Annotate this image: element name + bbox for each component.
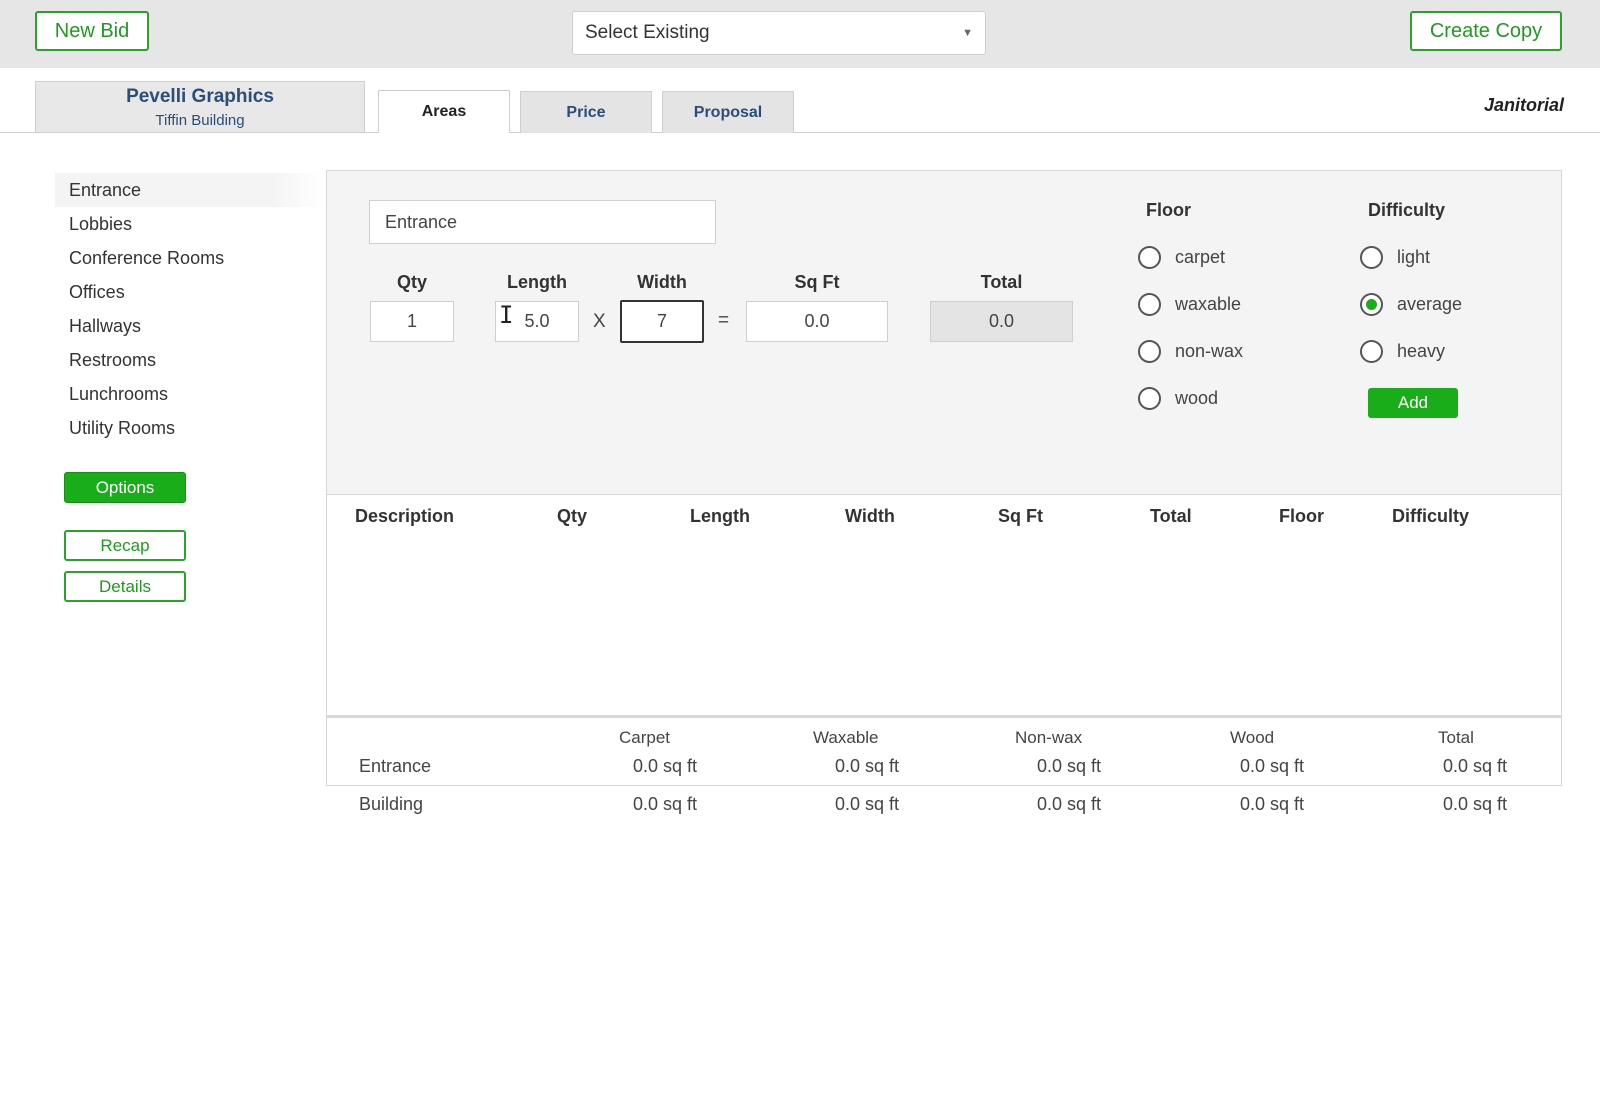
summary-cell: 0.0 sq ft <box>1240 794 1305 814</box>
summary-cell: 0.0 sq ft <box>1037 794 1102 814</box>
sidebar-item-restrooms[interactable]: Restrooms <box>55 343 325 377</box>
add-area-button[interactable]: Add <box>1368 388 1458 418</box>
difficulty-option-label: light <box>1397 247 1431 267</box>
column-header-sqft[interactable]: Sq Ft <box>998 506 1043 527</box>
summary-cell: 0.0 sq ft <box>633 756 698 776</box>
difficulty-option-label: heavy <box>1397 341 1446 361</box>
summary-cell: 0.0 sq ft <box>1443 794 1508 814</box>
tab-areas[interactable]: Areas <box>378 90 510 133</box>
summary-cell: 0.0 sq ft <box>1443 756 1508 776</box>
summary-cell: 0.0 sq ft <box>633 794 698 814</box>
new-bid-button[interactable]: New Bid <box>35 11 149 51</box>
floor-option-non-wax[interactable]: non-wax <box>1138 340 1243 363</box>
tab-proposal[interactable]: Proposal <box>662 91 794 133</box>
difficulty-option-heavy[interactable]: heavy <box>1360 340 1445 363</box>
select-existing-dropdown[interactable]: Select Existing ▼ <box>572 11 986 55</box>
summary-header-carpet: Carpet <box>619 728 671 747</box>
sqft-input[interactable]: 0.0 <box>746 301 888 342</box>
area-list: Entrance Lobbies Conference Rooms Office… <box>55 173 325 445</box>
floor-option-wood[interactable]: wood <box>1138 387 1218 410</box>
sidebar-item-utility-rooms[interactable]: Utility Rooms <box>55 411 325 445</box>
width-input[interactable]: 7 <box>620 300 704 343</box>
radio-icon[interactable] <box>1360 340 1383 363</box>
client-building: Tiffin Building <box>155 112 245 129</box>
floor-option-waxable[interactable]: waxable <box>1138 293 1241 316</box>
radio-icon[interactable] <box>1138 387 1161 410</box>
floor-option-label: non-wax <box>1175 341 1244 361</box>
areas-table-header: Description Qty Length Width Sq Ft Total… <box>326 494 1562 537</box>
sidebar-item-offices[interactable]: Offices <box>55 275 325 309</box>
sidebar-item-hallways[interactable]: Hallways <box>55 309 325 343</box>
sqft-label: Sq Ft <box>794 272 840 292</box>
total-output: 0.0 <box>930 301 1073 342</box>
radio-icon[interactable] <box>1138 246 1161 269</box>
floor-option-label: waxable <box>1175 294 1242 314</box>
recap-button[interactable]: Recap <box>64 530 186 561</box>
column-header-description[interactable]: Description <box>355 506 454 527</box>
qty-input[interactable]: 1 <box>370 301 454 342</box>
summary-cell: 0.0 sq ft <box>835 756 900 776</box>
summary-cell: 0.0 sq ft <box>1037 756 1102 776</box>
total-label: Total <box>980 272 1023 292</box>
floor-option-label: carpet <box>1175 247 1226 267</box>
department-label: Janitorial <box>1483 95 1564 115</box>
summary-header-non-wax: Non-wax <box>1015 728 1083 747</box>
sidebar-item-lobbies[interactable]: Lobbies <box>55 207 325 241</box>
difficulty-title: Difficulty <box>1368 200 1446 220</box>
top-toolbar: New Bid Select Existing ▼ Create Copy <box>0 0 1600 68</box>
square-footage-summary: Carpet Waxable Non-wax Wood Total Entran… <box>326 716 1562 786</box>
tab-divider <box>0 132 1600 133</box>
column-header-total[interactable]: Total <box>1150 506 1192 527</box>
options-button[interactable]: Options <box>64 472 186 503</box>
select-existing-value: Select Existing <box>585 22 710 43</box>
sidebar-item-entrance[interactable]: Entrance <box>55 173 325 207</box>
difficulty-option-label: average <box>1397 294 1463 314</box>
width-label: Width <box>637 272 687 292</box>
client-name: Pevelli Graphics <box>126 86 274 107</box>
qty-label: Qty <box>396 272 427 292</box>
area-description-input[interactable]: Entrance <box>369 200 716 244</box>
difficulty-option-light[interactable]: light <box>1360 246 1430 269</box>
column-header-width[interactable]: Width <box>845 506 895 527</box>
sidebar-item-lunchrooms[interactable]: Lunchrooms <box>55 377 325 411</box>
summary-header-wood: Wood <box>1230 728 1275 747</box>
radio-checked-icon[interactable] <box>1360 293 1383 316</box>
radio-icon[interactable] <box>1138 340 1161 363</box>
summary-header-total: Total <box>1438 728 1474 747</box>
floor-option-label: wood <box>1175 388 1219 408</box>
summary-header-waxable: Waxable <box>813 728 879 747</box>
tab-price[interactable]: Price <box>520 91 652 133</box>
column-header-length[interactable]: Length <box>690 506 750 527</box>
summary-cell: 0.0 sq ft <box>835 794 900 814</box>
create-copy-button[interactable]: Create Copy <box>1410 11 1562 51</box>
column-header-floor[interactable]: Floor <box>1279 506 1324 527</box>
details-button[interactable]: Details <box>64 571 186 602</box>
areas-table-body <box>326 536 1562 716</box>
floor-option-carpet[interactable]: carpet <box>1138 246 1225 269</box>
radio-icon[interactable] <box>1138 293 1161 316</box>
building-summary-row: Building 0.0 sq ft 0.0 sq ft 0.0 sq ft 0… <box>326 788 1562 824</box>
floor-title: Floor <box>1146 200 1191 220</box>
summary-cell: 0.0 sq ft <box>1240 756 1305 776</box>
sidebar-item-conference-rooms[interactable]: Conference Rooms <box>55 241 325 275</box>
column-header-qty[interactable]: Qty <box>557 506 587 527</box>
difficulty-option-average[interactable]: average <box>1360 293 1462 316</box>
summary-row-label: Entrance <box>359 756 432 776</box>
summary-row-label: Building <box>359 794 424 814</box>
column-header-difficulty[interactable]: Difficulty <box>1392 506 1469 527</box>
radio-icon[interactable] <box>1360 246 1383 269</box>
client-info: Pevelli Graphics Tiffin Building <box>35 81 365 133</box>
multiply-sign: X <box>593 311 606 332</box>
length-label: Length <box>507 272 567 292</box>
text-cursor-icon: I <box>499 301 514 329</box>
equals-sign: = <box>718 310 730 331</box>
chevron-down-icon: ▼ <box>962 27 973 39</box>
